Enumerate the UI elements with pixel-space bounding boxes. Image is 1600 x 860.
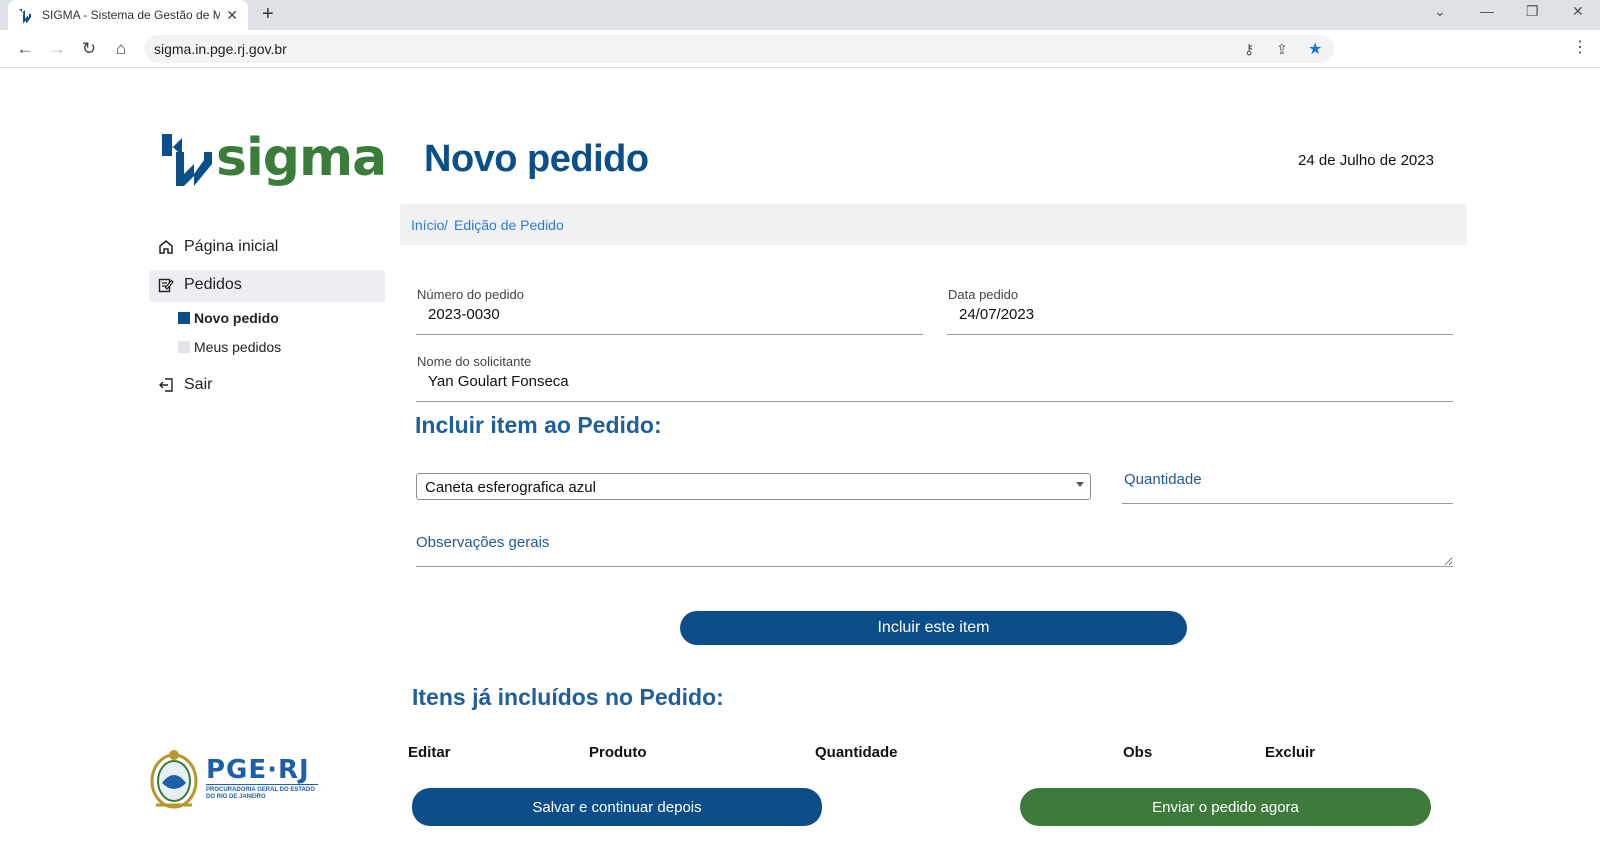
sigma-logo-mark-icon xyxy=(162,134,212,186)
sidebar-item-sair[interactable]: Sair xyxy=(156,375,212,395)
new-tab-button[interactable]: + xyxy=(262,4,274,24)
included-items-heading: Itens já incluídos no Pedido: xyxy=(412,684,724,710)
data-pedido-label: Data pedido xyxy=(948,287,1019,302)
edit-icon xyxy=(156,275,176,295)
column-produto: Produto xyxy=(589,744,647,761)
bookmark-star-icon[interactable]: ★ xyxy=(1308,39,1322,59)
solicitante-label: Nome do solicitante xyxy=(417,354,532,369)
home-icon xyxy=(156,237,176,257)
save-continue-later-button[interactable]: Salvar e continuar depois xyxy=(412,788,822,826)
address-url: sigma.in.pge.rj.gov.br xyxy=(154,41,287,57)
breadcrumb-home-link[interactable]: Início xyxy=(411,217,444,233)
sidebar-item-pagina-inicial[interactable]: Página inicial xyxy=(156,237,278,257)
column-excluir: Excluir xyxy=(1265,744,1316,761)
close-tab-icon[interactable]: ✕ xyxy=(226,7,238,24)
pge-rj-subtitle: PROCURADORIA GERAL DO ESTADO DO RIO DE J… xyxy=(206,783,318,801)
logout-icon xyxy=(156,375,176,395)
column-obs: Obs xyxy=(1123,744,1153,761)
sidebar-item-label: Pedidos xyxy=(184,276,242,293)
data-pedido-value[interactable]: 24/07/2023 xyxy=(959,306,1034,323)
close-window-icon[interactable]: ✕ xyxy=(1572,3,1584,20)
send-order-now-button[interactable]: Enviar o pedido agora xyxy=(1020,788,1431,826)
back-arrow-icon[interactable]: ← xyxy=(14,38,36,60)
browser-toolbar: ← → ↻ ⌂ sigma.in.pge.rj.gov.br ⚷ ⇪ ★ ⋮ xyxy=(0,30,1600,68)
sigma-favicon-icon xyxy=(19,9,31,23)
browser-tab[interactable]: SIGMA - Sistema de Gestão de M ✕ xyxy=(8,0,248,30)
column-editar: Editar xyxy=(408,744,451,761)
active-indicator-icon xyxy=(178,312,190,324)
observations-textarea[interactable] xyxy=(416,526,1453,567)
breadcrumb-separator: / xyxy=(444,217,448,233)
sidebar-subitem-label: Novo pedido xyxy=(194,310,279,326)
sidebar-subitem-novo-pedido[interactable]: Novo pedido xyxy=(178,310,279,326)
inactive-indicator-icon xyxy=(178,341,190,353)
browser-menu-icon[interactable]: ⋮ xyxy=(1572,38,1588,58)
pge-rj-title: PGE·RJ xyxy=(206,754,310,785)
solicitante-value[interactable]: Yan Goulart Fonseca xyxy=(428,373,569,390)
home-button-icon[interactable]: ⌂ xyxy=(110,38,132,60)
include-item-button[interactable]: Incluir este item xyxy=(680,611,1187,645)
numero-pedido-value[interactable]: 2023-0030 xyxy=(428,306,500,323)
page-title: Novo pedido xyxy=(424,138,649,180)
numero-pedido-label: Número do pedido xyxy=(417,287,524,302)
address-bar[interactable]: sigma.in.pge.rj.gov.br ⚷ ⇪ ★ xyxy=(144,35,1334,63)
product-select-value: Caneta esferografica azul xyxy=(425,479,596,496)
tab-search-chevron-icon[interactable]: ⌄ xyxy=(1434,3,1446,20)
product-select[interactable]: Caneta esferografica azul xyxy=(416,473,1091,500)
sidebar-item-pedidos[interactable]: Pedidos xyxy=(156,275,242,295)
browser-tab-strip: SIGMA - Sistema de Gestão de M ✕ + ⌄ — ❐… xyxy=(0,0,1600,30)
breadcrumb-current[interactable]: Edição de Pedido xyxy=(454,217,564,233)
sidebar-subitem-meus-pedidos[interactable]: Meus pedidos xyxy=(178,339,281,355)
pge-rj-seal-icon xyxy=(150,750,198,809)
column-quantidade: Quantidade xyxy=(815,744,898,761)
solicitante-underline xyxy=(416,401,1453,402)
reload-icon[interactable]: ↻ xyxy=(78,38,100,60)
minimize-window-icon[interactable]: — xyxy=(1480,3,1494,19)
sigma-logo[interactable]: sigma xyxy=(160,128,387,188)
password-key-icon[interactable]: ⚷ xyxy=(1244,41,1254,58)
chevron-down-icon xyxy=(1076,482,1084,487)
numero-pedido-underline xyxy=(416,334,923,335)
forward-arrow-icon[interactable]: → xyxy=(46,38,68,60)
sidebar-item-label: Página inicial xyxy=(184,238,279,255)
share-icon[interactable]: ⇪ xyxy=(1276,41,1288,58)
pge-rj-logo: PGE·RJ PROCURADORIA GERAL DO ESTADO DO R… xyxy=(148,745,318,811)
quantity-input[interactable] xyxy=(1122,460,1453,504)
restore-window-icon[interactable]: ❐ xyxy=(1526,3,1539,20)
browser-tab-title: SIGMA - Sistema de Gestão de M xyxy=(42,8,221,22)
current-date: 24 de Julho de 2023 xyxy=(1298,152,1434,169)
breadcrumb: Início / Edição de Pedido xyxy=(400,204,1467,245)
sidebar-item-label: Sair xyxy=(184,376,213,393)
data-pedido-underline xyxy=(947,334,1453,335)
sigma-logo-text: sigma xyxy=(216,128,387,188)
include-item-heading: Incluir item ao Pedido: xyxy=(415,412,662,438)
sidebar-subitem-label: Meus pedidos xyxy=(194,339,282,355)
